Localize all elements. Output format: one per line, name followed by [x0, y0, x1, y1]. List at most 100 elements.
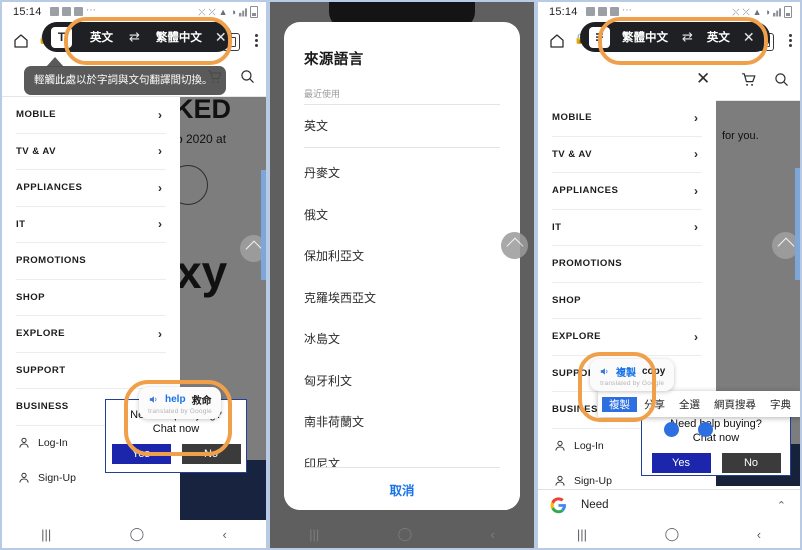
close-translate-icon-3[interactable]: ✕: [743, 29, 755, 46]
home-icon[interactable]: [12, 32, 30, 50]
home-button[interactable]: ◯: [665, 526, 680, 542]
search-icon[interactable]: [239, 68, 256, 85]
language-item[interactable]: 保加利亞文: [284, 235, 520, 277]
chat-no-button[interactable]: No: [721, 452, 781, 473]
nav-label: MOBILE: [552, 112, 593, 124]
nav-item-promotions[interactable]: PROMOTIONS: [16, 243, 166, 280]
swap-languages-icon-1[interactable]: ⇄: [129, 29, 140, 45]
home-icon[interactable]: [548, 32, 566, 50]
context-menu-dictionary[interactable]: 字典: [763, 397, 798, 412]
bg-subline-1: o 2020 at: [176, 132, 227, 146]
nav-item-tv-av[interactable]: TV & AV ›: [16, 134, 166, 170]
search-icon[interactable]: [773, 71, 790, 88]
recents-button[interactable]: |||: [309, 527, 319, 542]
chevron-right-icon: ›: [694, 329, 698, 344]
back-button[interactable]: ‹: [222, 527, 226, 542]
browser-menu-button[interactable]: [255, 32, 259, 50]
chat-yes-button[interactable]: Yes: [651, 452, 711, 473]
speaker-icon[interactable]: [599, 366, 610, 377]
language-item[interactable]: 南非荷蘭文: [284, 401, 520, 443]
person-icon: [19, 472, 29, 483]
cart-icon[interactable]: [740, 71, 757, 88]
chat-yes-button[interactable]: Yes: [111, 443, 171, 464]
recents-button[interactable]: |||: [41, 527, 51, 542]
context-menu-web-search[interactable]: 網頁搜尋: [707, 397, 763, 412]
google-search-query[interactable]: Need: [581, 499, 609, 511]
language-item[interactable]: 冰島文: [284, 318, 520, 360]
nav-item-shop[interactable]: SHOP: [16, 280, 166, 316]
nav-label: SHOP: [16, 291, 45, 303]
language-item[interactable]: 丹麥文: [284, 152, 520, 194]
back-button[interactable]: ‹: [757, 527, 761, 542]
home-button[interactable]: ◯: [130, 526, 145, 542]
context-menu-copy[interactable]: 複製: [602, 396, 637, 412]
browser-menu-button[interactable]: [789, 32, 793, 50]
context-menu-share[interactable]: 分享: [637, 397, 672, 412]
chat-line2: Chat now: [152, 422, 200, 435]
text-context-menu[interactable]: 複製 分享 全選 網頁搜尋 字典: [598, 391, 800, 417]
home-button[interactable]: ◯: [398, 526, 413, 542]
nav-label: APPLIANCES: [552, 185, 619, 197]
context-menu-select-all[interactable]: 全選: [672, 397, 707, 412]
nav-label: EXPLORE: [552, 331, 601, 343]
nav-item-it[interactable]: IT ›: [552, 210, 702, 246]
source-language-1[interactable]: 英文: [90, 29, 113, 45]
word-translation-bubble-3[interactable]: 複製 copy translated by Google: [590, 359, 675, 391]
signal-icon: [239, 8, 247, 17]
nav-item-mobile[interactable]: MOBILE ›: [552, 100, 702, 137]
selection-handle-start[interactable]: [664, 422, 679, 437]
bubble-source-word-3: 複製: [616, 368, 636, 379]
nav-item-appliances[interactable]: APPLIANCES ›: [552, 173, 702, 210]
language-list[interactable]: 丹麥文 俄文 保加利亞文 克羅埃西亞文 冰島文 匈牙利文 南非荷蘭文 印尼文 嘉…: [284, 152, 520, 468]
recent-language-item[interactable]: 英文: [284, 105, 520, 147]
text-translate-icon[interactable]: T: [51, 26, 72, 48]
close-translate-icon-1[interactable]: ✕: [215, 29, 227, 46]
chevron-up-icon[interactable]: ⌃: [777, 499, 786, 512]
nav-item-promotions[interactable]: PROMOTIONS: [552, 246, 702, 283]
edge-panel-bar-1[interactable]: [261, 170, 266, 280]
nav-item-support[interactable]: SUPPORT: [16, 353, 166, 389]
target-language-1[interactable]: 繁體中文: [156, 29, 202, 45]
page-translate-icon[interactable]: [589, 26, 610, 48]
back-button[interactable]: ‹: [490, 527, 494, 542]
selection-handle-end[interactable]: [698, 422, 713, 437]
nav-item-appliances[interactable]: APPLIANCES ›: [16, 170, 166, 207]
chat-no-button[interactable]: No: [181, 443, 241, 464]
tooltip-tail: [46, 57, 64, 67]
cancel-button[interactable]: 取消: [284, 468, 520, 510]
close-menu-icon[interactable]: ✕: [696, 69, 710, 89]
nav-item-explore[interactable]: EXPLORE ›: [552, 319, 702, 356]
language-item[interactable]: 印尼文: [284, 443, 520, 468]
translate-toolbar-3[interactable]: 繁體中文 ⇄ 英文 ✕: [580, 22, 770, 52]
recents-button[interactable]: |||: [577, 527, 587, 542]
nav-item-it[interactable]: IT ›: [16, 207, 166, 243]
status-bar-3: 15:14 ⋯ ⤬ ⤫ ▲ ◑: [538, 2, 800, 24]
speaker-icon[interactable]: [148, 394, 159, 405]
edge-panel-bar-3[interactable]: [795, 168, 800, 280]
phone-screen-1: 15:14 ⋯ ⤬ ⤫ ▲ ◑ T 英文 ⇄ 繁體中文 ✕ KED o 2020…: [2, 2, 266, 548]
nav-label: BUSINESS: [16, 401, 69, 413]
target-language-3[interactable]: 英文: [707, 29, 730, 45]
language-item[interactable]: 克羅埃西亞文: [284, 277, 520, 319]
chat-buttons-1: Yes No: [106, 443, 246, 464]
nav-item-tv-av[interactable]: TV & AV ›: [552, 137, 702, 173]
translate-toolbar-1[interactable]: T 英文 ⇄ 繁體中文 ✕: [42, 22, 232, 52]
site-header-3: ✕: [538, 60, 800, 101]
language-item[interactable]: 俄文: [284, 194, 520, 236]
source-language-3[interactable]: 繁體中文: [622, 29, 668, 45]
more-notifications-icon: ⋯: [86, 5, 96, 16]
edge-panel-handle-2[interactable]: [501, 232, 528, 259]
nav-item-mobile[interactable]: MOBILE ›: [16, 97, 166, 134]
nav-label: EXPLORE: [16, 328, 65, 340]
swap-languages-icon-3[interactable]: ⇄: [682, 29, 693, 45]
nav-item-shop[interactable]: SHOP: [552, 283, 702, 319]
nav-label: Log-In: [38, 437, 68, 449]
nav-item-explore[interactable]: EXPLORE ›: [16, 316, 166, 353]
language-item[interactable]: 匈牙利文: [284, 360, 520, 402]
bubble-row-3: 複製 copy: [599, 364, 665, 379]
word-translation-bubble-1[interactable]: help 救命 translated by Google: [139, 387, 221, 419]
google-search-bar[interactable]: Need ⌃: [538, 489, 800, 520]
chat-widget-3[interactable]: Need help buying? Chat now Yes No: [641, 408, 791, 476]
chevron-right-icon: ›: [694, 183, 698, 198]
screenshot-root: 15:14 ⋯ ⤬ ⤫ ▲ ◑ T 英文 ⇄ 繁體中文 ✕ KED o 2020…: [0, 0, 802, 550]
